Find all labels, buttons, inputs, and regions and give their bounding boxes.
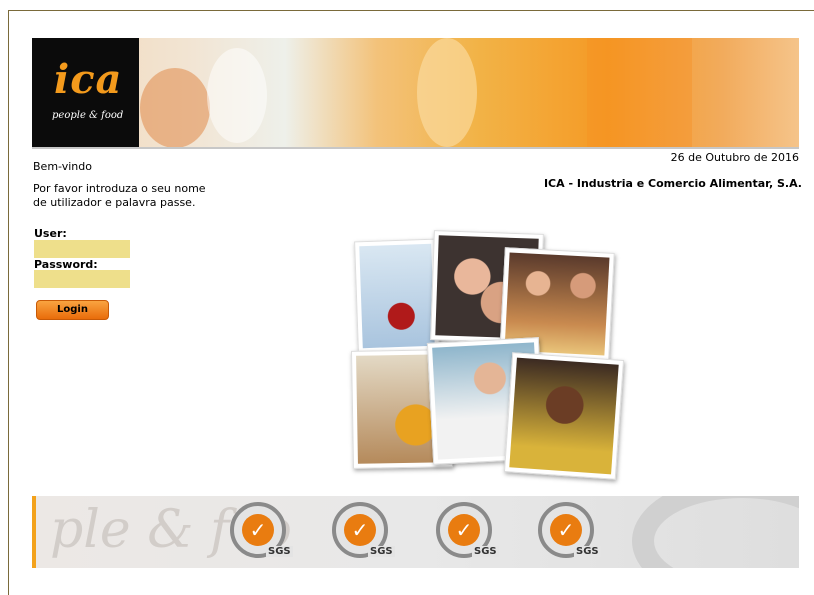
sgs-certification-seal: ✓ SGS xyxy=(332,502,402,562)
current-date: 26 de Outubro de 2016 xyxy=(670,151,799,164)
logo-tagline: people & food xyxy=(52,110,124,121)
footer-swoosh xyxy=(632,496,799,568)
seal-label: SGS xyxy=(266,546,293,557)
banner-splash xyxy=(140,68,210,147)
logo-text: ica xyxy=(54,56,123,103)
check-icon: ✓ xyxy=(344,514,376,546)
login-button[interactable]: Login xyxy=(36,300,109,320)
banner-splash xyxy=(207,48,267,143)
sgs-certification-seal: ✓ SGS xyxy=(538,502,608,562)
photo-girl xyxy=(503,352,625,480)
check-icon: ✓ xyxy=(242,514,274,546)
banner-splash xyxy=(417,38,477,147)
banner-color-block xyxy=(587,38,692,147)
user-input[interactable] xyxy=(34,240,130,258)
password-input[interactable] xyxy=(34,270,130,288)
user-label: User: xyxy=(34,227,67,240)
company-name: ICA - Industria e Comercio Alimentar, S.… xyxy=(543,177,802,190)
welcome-text: Bem-vindo xyxy=(33,160,92,173)
seal-label: SGS xyxy=(368,546,395,557)
check-icon: ✓ xyxy=(448,514,480,546)
sgs-certification-seal: ✓ SGS xyxy=(436,502,506,562)
footer-accent-bar xyxy=(32,496,36,568)
header-banner: ica people & food xyxy=(32,38,799,147)
photo-apple xyxy=(354,238,440,354)
check-icon: ✓ xyxy=(550,514,582,546)
seal-label: SGS xyxy=(472,546,499,557)
certifications-footer: ple & foo ✓ SGS ✓ SGS ✓ SGS ✓ SGS xyxy=(32,496,799,568)
ica-logo: ica people & food xyxy=(32,38,139,147)
header-divider xyxy=(32,147,799,149)
sgs-certification-seal: ✓ SGS xyxy=(230,502,300,562)
photo-collage xyxy=(350,228,630,483)
seal-label: SGS xyxy=(574,546,601,557)
login-instructions: Por favor introduza o seu nome de utiliz… xyxy=(33,182,206,209)
